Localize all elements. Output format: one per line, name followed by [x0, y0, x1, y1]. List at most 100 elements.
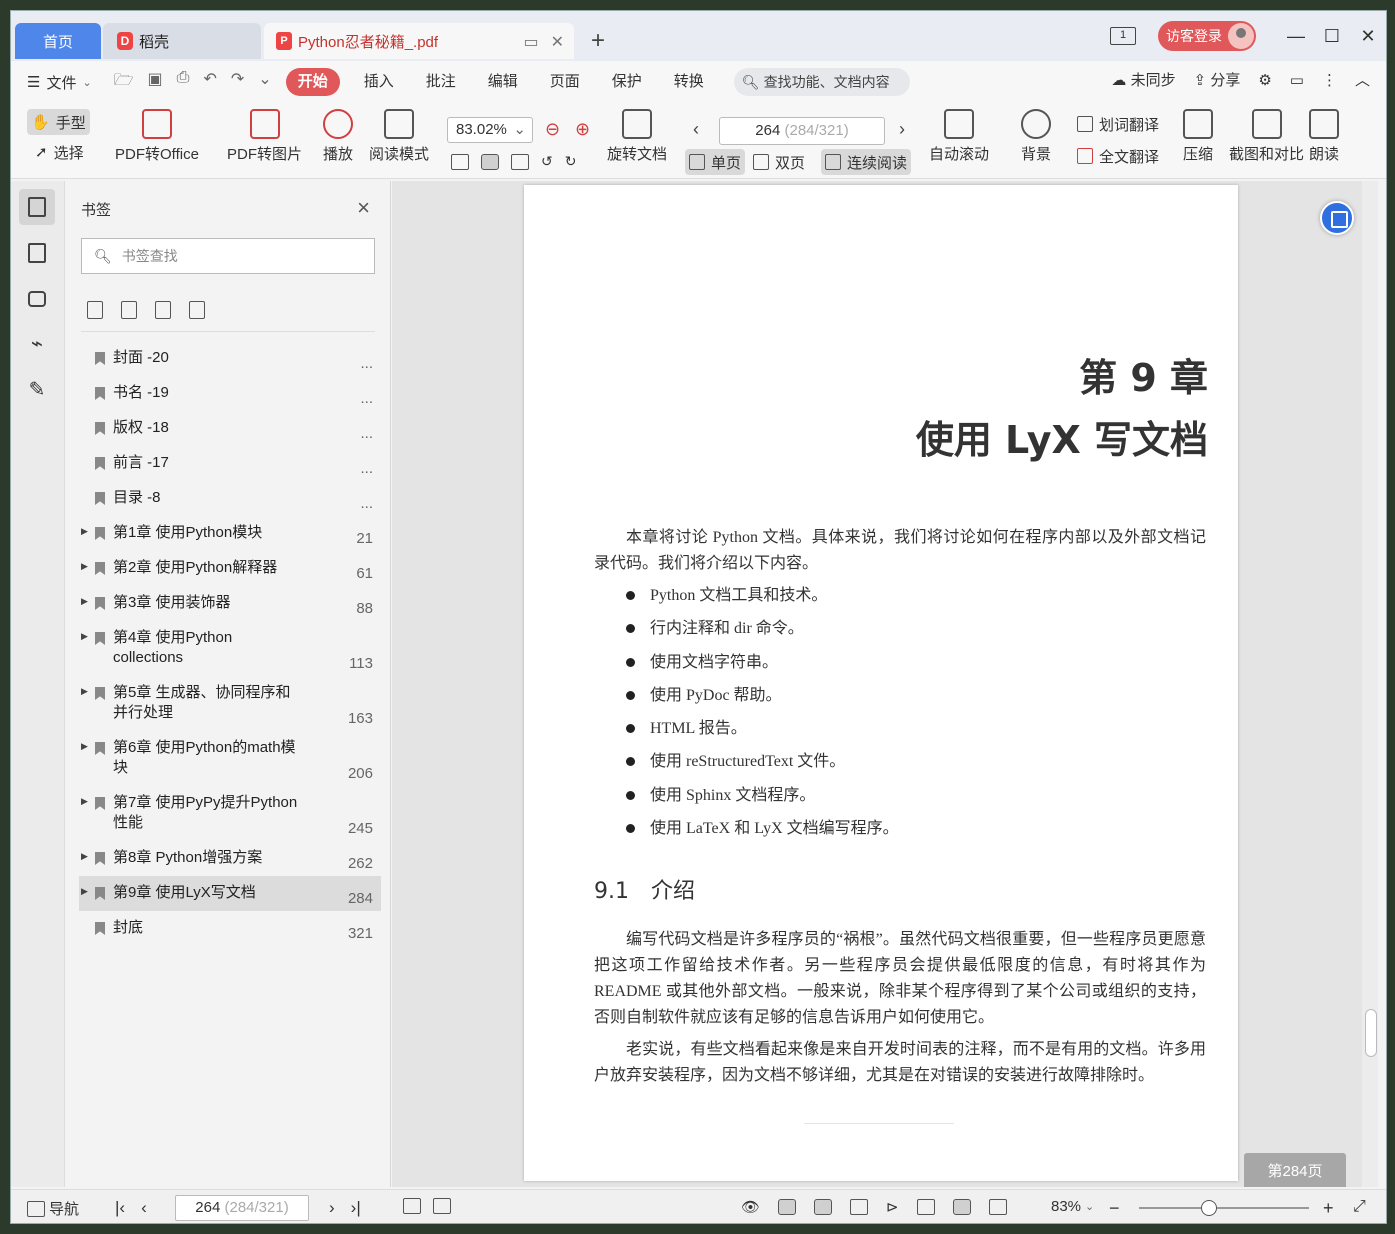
expand-arrow-icon[interactable]: ▶ [81, 686, 88, 697]
bookmark-item[interactable]: ▶ 第4章 使用Python collections 113 [79, 621, 381, 676]
feature-search-box[interactable]: 🔍︎ 查找功能、文档内容 [733, 68, 910, 96]
close-panel-icon[interactable]: × [357, 195, 370, 221]
bookmark-item[interactable]: 书名 -19... [79, 376, 381, 411]
bookmark-item[interactable]: ▶ 第5章 生成器、协同程序和并行处理 163 [79, 676, 381, 731]
zoom-in-button[interactable]: + [1323, 1198, 1334, 1219]
rotate-right-icon[interactable]: ↻ [565, 153, 577, 170]
vertical-scrollbar[interactable] [1362, 181, 1378, 1187]
continuous-mode-icon[interactable] [778, 1199, 797, 1215]
expand-arrow-icon[interactable]: ▶ [81, 631, 88, 642]
floating-tool-icon[interactable] [1320, 201, 1354, 235]
fullscreen-icon[interactable]: ⤢ [1353, 1198, 1366, 1216]
comment-panel-icon[interactable] [19, 281, 55, 317]
bookmark-item[interactable]: ▶ 第8章 Python增强方案 262 [79, 841, 381, 876]
fit-page-icon[interactable] [481, 153, 499, 170]
double-page-mode-icon[interactable] [850, 1199, 869, 1215]
thumbnail-panel-icon[interactable] [19, 235, 55, 271]
pdf-to-office-button[interactable]: PDF转Office [115, 109, 199, 164]
zoom-out-button[interactable]: − [1109, 1198, 1120, 1219]
rotate-left-icon[interactable]: ↺ [541, 153, 553, 170]
pdf-to-image-button[interactable]: PDF转图片 [227, 109, 302, 164]
prev-page-icon[interactable]: ‹ [693, 119, 699, 140]
tab-edit[interactable]: 编辑 [472, 68, 534, 96]
actual-size-icon[interactable] [916, 1199, 935, 1215]
print-icon[interactable]: ⎙ [177, 69, 190, 96]
bookmark-item[interactable]: 封底 321 [79, 911, 381, 946]
tab-home[interactable]: 首页 [15, 23, 101, 59]
bookmark-item[interactable]: 版权 -18... [79, 411, 381, 446]
navigation-toggle[interactable]: 导航 [27, 1198, 79, 1219]
word-translate-button[interactable]: 划词翻译 [1073, 111, 1163, 137]
status-zoom-select[interactable]: 83% ⌄ [1051, 1198, 1094, 1215]
expand-arrow-icon[interactable]: ▶ [81, 526, 88, 537]
file-menu[interactable]: ☰ 文件 ⌄ [27, 72, 92, 93]
last-page-icon[interactable]: ›| [351, 1198, 361, 1218]
bookmark-item[interactable]: ▶ 第1章 使用Python模块 21 [79, 516, 381, 551]
status-page-input[interactable]: 264 (284/321) [175, 1195, 309, 1221]
expand-arrow-icon[interactable]: ▶ [81, 741, 88, 752]
more-options-icon[interactable]: ⋮ [1322, 71, 1337, 89]
play-icon[interactable]: ⊳ [886, 1198, 899, 1216]
bookmark-item[interactable]: 目录 -8... [79, 481, 381, 516]
redo-icon[interactable]: ↷ [231, 69, 244, 96]
save-icon[interactable]: ▣ [148, 69, 163, 96]
full-translate-button[interactable]: 全文翻译 [1073, 143, 1163, 169]
zoom-in-icon[interactable]: ⊕ [575, 119, 590, 140]
expand-arrow-icon[interactable]: ▶ [81, 596, 88, 607]
zoom-select[interactable]: 83.02% ⌄ [447, 117, 533, 143]
bookmark-item[interactable]: ▶ 第7章 使用PyPy提升Python性能 245 [79, 786, 381, 841]
window-count-icon[interactable]: 1 [1110, 27, 1136, 45]
expand-arrow-icon[interactable]: ▶ [81, 796, 88, 807]
bookmark-item[interactable]: 前言 -17... [79, 446, 381, 481]
expand-arrow-icon[interactable]: ▶ [81, 886, 88, 897]
tab-annotate[interactable]: 批注 [410, 68, 472, 96]
next-page-icon[interactable]: › [329, 1198, 335, 1218]
tab-protect[interactable]: 保护 [596, 68, 658, 96]
expand-arrow-icon[interactable]: ▶ [81, 561, 88, 572]
add-bookmark-icon[interactable] [155, 301, 171, 319]
new-tab-button[interactable]: + [591, 29, 605, 53]
compress-button[interactable]: 压缩 [1183, 109, 1213, 164]
close-window-button[interactable]: ✕ [1350, 26, 1386, 47]
bookmark-search-input[interactable]: 🔍︎ 书签查找 [81, 238, 375, 274]
continuous-read-button[interactable]: 连续阅读 [821, 149, 912, 175]
sync-status[interactable]: ☁ 未同步 [1111, 69, 1175, 90]
tab-convert[interactable]: 转换 [658, 68, 720, 96]
signature-icon[interactable]: ✎ [19, 371, 55, 407]
fit-width-icon[interactable] [988, 1199, 1007, 1215]
background-button[interactable]: 背景 [1021, 109, 1051, 164]
monitor-icon[interactable]: ▭ [523, 32, 538, 52]
comment-icon[interactable]: ▭ [1290, 71, 1304, 89]
collapse-ribbon-icon[interactable]: ︿ [1355, 69, 1370, 90]
page-number-input[interactable]: 264 (284/321) [719, 117, 885, 145]
close-tab-icon[interactable]: ✕ [551, 32, 564, 52]
fit-page-icon[interactable] [952, 1199, 971, 1215]
bookmark-panel-icon[interactable] [19, 189, 55, 225]
back-icon[interactable] [403, 1198, 421, 1214]
undo-icon[interactable]: ↶ [203, 69, 216, 96]
expand-all-icon[interactable] [87, 301, 103, 319]
bookmark-item[interactable]: ▶ 第2章 使用Python解释器 61 [79, 551, 381, 586]
eye-protection-icon[interactable]: 👁︎ [741, 1198, 760, 1216]
settings-gear-icon[interactable]: ⚙ [1258, 71, 1271, 89]
document-viewport[interactable]: 第 9 章 使用 LyX 写文档 本章将讨论 Python 文档。具体来说，我们… [392, 181, 1378, 1187]
actual-size-icon[interactable] [451, 153, 469, 170]
double-page-button[interactable]: 双页 [749, 149, 809, 175]
tab-pdf-document[interactable]: P Python忍者秘籍_.pdf ▭ ✕ [264, 23, 574, 59]
share-button[interactable]: ⇪ 分享 [1194, 69, 1241, 90]
visitor-login-button[interactable]: 访客登录 [1158, 21, 1256, 51]
open-folder-icon[interactable]: 🗁 [114, 69, 134, 96]
auto-scroll-button[interactable]: 自动滚动 [929, 109, 989, 164]
maximize-button[interactable]: ☐ [1314, 26, 1350, 47]
hand-tool-button[interactable]: ✋ 手型 [27, 109, 90, 135]
select-tool-button[interactable]: ➚ 选择 [31, 139, 88, 165]
bookmark-item[interactable]: 封面 -20... [79, 341, 381, 376]
collapse-all-icon[interactable] [121, 301, 137, 319]
remove-bookmark-icon[interactable] [189, 301, 205, 319]
minimize-button[interactable]: — [1278, 26, 1314, 47]
scrollbar-thumb[interactable] [1365, 1009, 1377, 1057]
next-page-icon[interactable]: › [899, 119, 905, 140]
zoom-slider[interactable] [1139, 1200, 1309, 1216]
zoom-slider-knob[interactable] [1201, 1200, 1217, 1216]
single-page-button[interactable]: 单页 [685, 149, 746, 175]
